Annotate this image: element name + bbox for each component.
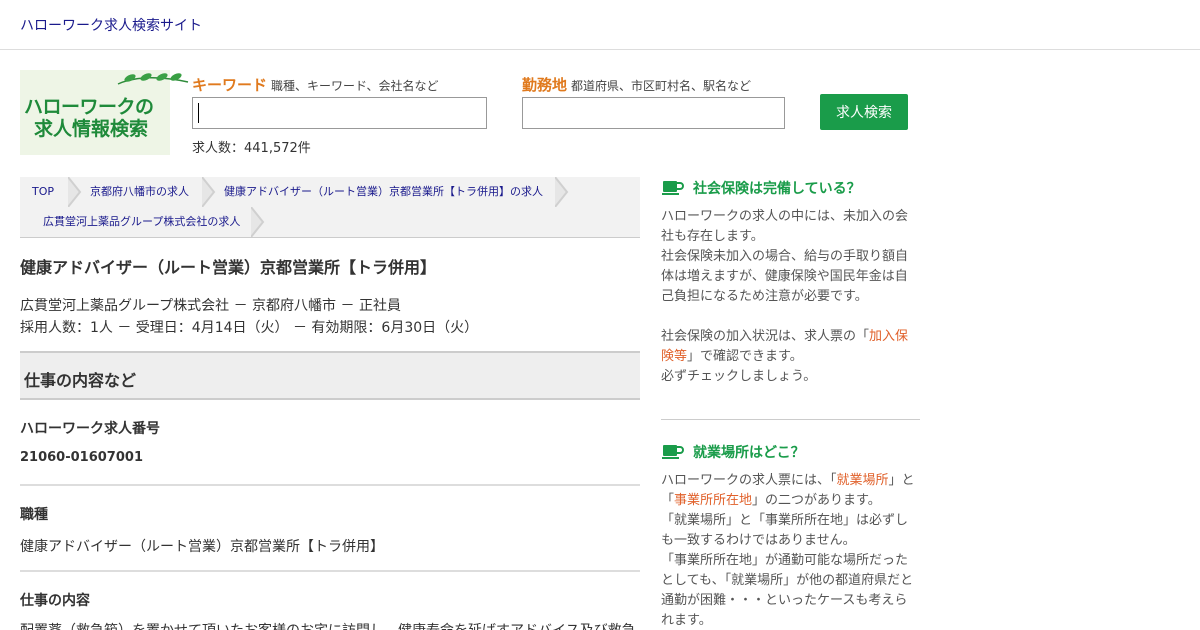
sidebar-title-insurance: 社会保険は完備している？ <box>693 181 861 197</box>
chevron-right-icon <box>251 207 265 237</box>
sidebar-title-workplace: 就業場所はどこ？ <box>693 445 805 461</box>
site-logo[interactable]: ハローワークの 求人情報検索 <box>20 70 189 155</box>
logo-line2: 求人情報検索 <box>34 118 149 140</box>
top-bar: ハローワーク求人検索サイト <box>0 0 1200 50</box>
location-label: 勤務地 <box>522 76 568 94</box>
location-input[interactable] <box>522 97 785 129</box>
sidebar-text-insurance-4: 必ずチェックしましょう。 <box>661 369 817 384</box>
section-header: 仕事の内容など <box>20 351 640 400</box>
keyword-input[interactable] <box>192 97 487 129</box>
sidebar-text-workplace-2: 「就業場所」と「事業所所在地」は必ずしも一致するわけではありません。 <box>661 513 909 548</box>
sidebar-text-part: 」で確認できます。 <box>687 349 803 364</box>
breadcrumb: TOP 京都府八幡市の求人 健康アドバイザー（ルート営業）京都営業所【トラ併用】… <box>20 177 640 238</box>
description-label: 仕事の内容 <box>20 593 90 609</box>
sidebar-text-insurance-3: 社会保険の加入状況は、求人票の「加入保険等」で確認できます。 <box>661 327 917 367</box>
location-hint: 都道府県、市区町村名、駅名など <box>571 79 752 93</box>
leaf-icon <box>117 73 189 85</box>
job-search-button[interactable]: 求人検索 <box>820 94 908 130</box>
text-cursor <box>198 103 199 123</box>
divider <box>20 484 640 486</box>
job-meta-company: 広貫堂河上薬品グループ株式会社 － 京都府八幡市 － 正社員 <box>20 298 401 314</box>
description-value: 配置薬（救急箱）を置かせて頂いたお客様のお宅に訪問し、健康寿命を延ばすアドバイス… <box>20 620 640 630</box>
breadcrumb-item-city[interactable]: 京都府八幡市の求人 <box>90 177 189 207</box>
breadcrumb-item-top[interactable]: TOP <box>32 177 54 207</box>
job-number-label: ハローワーク求人番号 <box>20 421 160 437</box>
sidebar-text-workplace-1: ハローワークの求人票には、「就業場所」と「事業所所在地」の二つがあります。 <box>661 471 917 511</box>
keyword-label: キーワード <box>192 76 268 94</box>
breadcrumb-item-company[interactable]: 広貫堂河上薬品グループ株式会社の求人 <box>43 207 240 237</box>
workplace-link[interactable]: 就業場所 <box>837 473 889 488</box>
sidebar-text-part: ハローワークの求人票には、「 <box>661 473 837 488</box>
keyword-hint: 職種、キーワード、会社名など <box>271 79 439 93</box>
job-title: 健康アドバイザー（ルート営業）京都営業所【トラ併用】 <box>20 258 437 277</box>
chevron-right-icon <box>202 177 216 207</box>
chevron-right-icon <box>555 177 569 207</box>
occupation-label: 職種 <box>20 507 48 523</box>
section-title: 仕事の内容など <box>24 371 137 390</box>
office-location-link[interactable]: 事業所所在地 <box>674 493 752 508</box>
job-count: 求人数：441,572件 <box>192 141 311 156</box>
site-title-link[interactable]: ハローワーク求人検索サイト <box>20 15 202 35</box>
occupation-value: 健康アドバイザー（ルート営業）京都営業所【トラ併用】 <box>20 539 384 555</box>
keyword-field-header: キーワード 職種、キーワード、会社名など <box>192 74 439 95</box>
sidebar-text-insurance-2: 社会保険未加入の場合、給与の手取り額自体は増えますが、健康保険や国民年金は自己負… <box>661 249 909 304</box>
job-meta-dates: 採用人数：1人 － 受理日：4月14日（火） － 有効期限：6月30日（火） <box>20 320 479 336</box>
coffee-cup-icon <box>662 445 684 459</box>
sidebar-text-insurance-1: ハローワークの求人の中には、未加入の会社も存在します。 <box>661 209 909 244</box>
divider <box>20 570 640 572</box>
sidebar-text-workplace-3: 「事業所所在地」が通勤可能な場所だったとしても、「就業場所」が他の都道府県だと通… <box>661 553 914 628</box>
sidebar-divider <box>661 419 920 420</box>
coffee-cup-icon <box>662 181 684 195</box>
job-number-value: 21060-01607001 <box>20 450 143 465</box>
location-field-header: 勤務地 都道府県、市区町村名、駅名など <box>522 74 751 95</box>
sidebar-text-part: 社会保険の加入状況は、求人票の「 <box>661 329 870 344</box>
sidebar-text-part: 」の二つがあります。 <box>752 493 881 508</box>
chevron-right-icon <box>68 177 82 207</box>
breadcrumb-item-job[interactable]: 健康アドバイザー（ルート営業）京都営業所【トラ併用】の求人 <box>224 177 543 207</box>
